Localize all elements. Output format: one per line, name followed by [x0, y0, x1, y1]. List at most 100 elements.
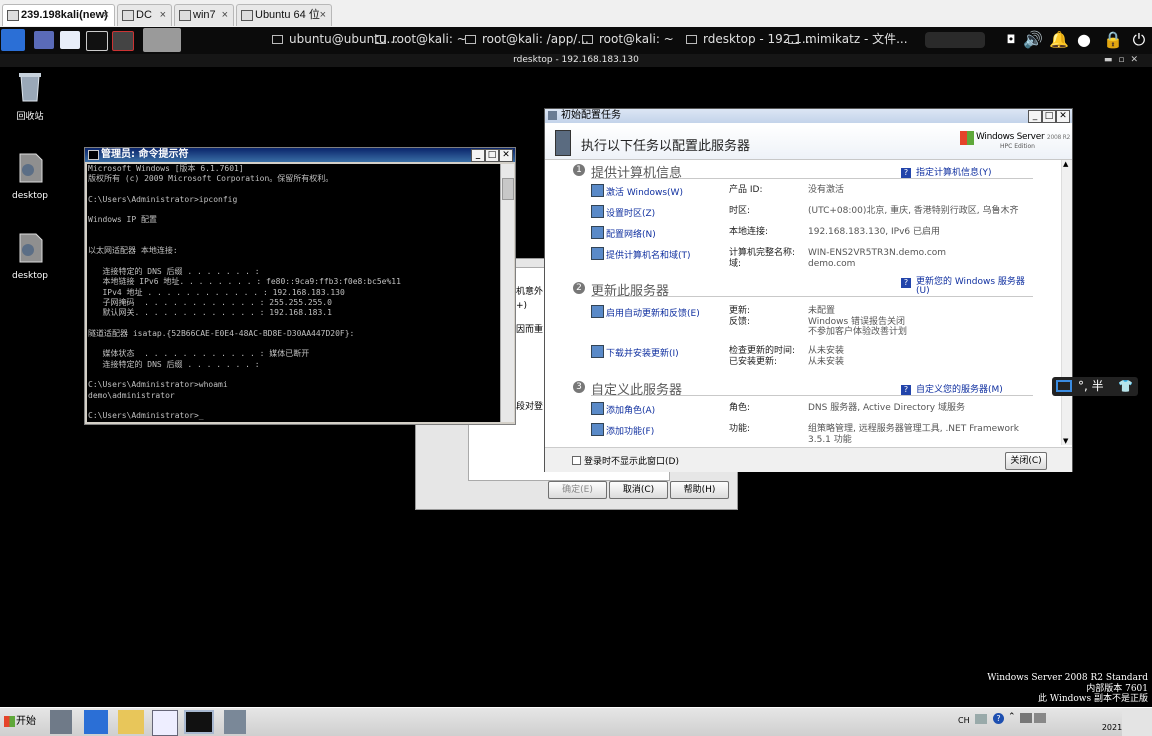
close-icon[interactable]: ×: [103, 5, 109, 25]
close-button[interactable]: ✕: [499, 149, 513, 162]
file-manager-icon[interactable]: [60, 31, 80, 49]
cmd-line: [88, 185, 500, 195]
no-show-checkbox[interactable]: [572, 456, 581, 465]
volume-icon[interactable]: 🔊: [1022, 29, 1044, 51]
workspace-icon[interactable]: [34, 31, 54, 49]
lock-icon[interactable]: 🔒: [1102, 29, 1124, 51]
task-link-computer-name[interactable]: 提供计算机名和域(T): [606, 248, 691, 261]
close-icon[interactable]: ×: [160, 5, 166, 25]
task-link-add-features[interactable]: 添加功能(F): [606, 424, 654, 437]
network-icon[interactable]: ●: [1073, 29, 1095, 51]
power-icon[interactable]: ⏻: [1128, 29, 1150, 51]
config-tasks-icon[interactable]: [224, 710, 246, 734]
cmd-line: [88, 205, 500, 215]
panel-task-mimikatz[interactable]: mimikatz - 文件...: [788, 27, 908, 54]
panel-task-root-app[interactable]: root@kali: /app/...: [465, 27, 589, 54]
close-icon[interactable]: ×: [320, 5, 326, 25]
cmd-line: C:\Users\Administrator>whoami: [88, 380, 228, 390]
folder-icon: [19, 233, 43, 263]
window-icon: [465, 35, 476, 44]
window-controls[interactable]: ▬▫✕: [1104, 54, 1144, 67]
desktop-icon-recycle-bin[interactable]: 回收站: [0, 70, 60, 122]
maximize-button[interactable]: □: [485, 149, 499, 162]
cmd-scrollbar[interactable]: [500, 164, 514, 422]
close-button[interactable]: ✕: [1056, 110, 1070, 123]
language-indicator[interactable]: CH: [958, 716, 970, 725]
show-hidden-icon[interactable]: ⌃: [1008, 712, 1016, 722]
volume-tray-icon[interactable]: [1034, 713, 1046, 723]
scroll-thumb[interactable]: [502, 178, 514, 200]
help-icon: ?: [901, 278, 911, 288]
cmd-window[interactable]: 管理员: 命令提示符 _ □ ✕ Microsoft Windows [版本 6…: [84, 147, 516, 425]
cmd-taskbar-icon[interactable]: [184, 710, 214, 734]
task-link-add-roles[interactable]: 添加角色(A): [606, 403, 655, 416]
vm-tab-kali[interactable]: 239.198kali(new) ×: [2, 4, 115, 26]
dialog-text-fragment: 段对登: [516, 402, 544, 412]
ime-mode-icon[interactable]: [1056, 380, 1072, 392]
cmd-titlebar[interactable]: 管理员: 命令提示符 _ □ ✕: [85, 148, 515, 162]
scroll-up-icon[interactable]: ▲: [1063, 160, 1068, 168]
ime-toolbar[interactable]: °, 半 👕: [1052, 377, 1138, 396]
explorer-folder-icon[interactable]: [118, 710, 144, 734]
desktop-icon-desktop-1[interactable]: desktop: [0, 152, 60, 201]
ok-button[interactable]: 确定(E): [548, 481, 607, 499]
task-link-download-updates[interactable]: 下载并安装更新(I): [606, 346, 679, 359]
cmd-icon: [88, 150, 99, 160]
desktop-icon-desktop-2[interactable]: desktop: [0, 232, 60, 281]
notification-bell-icon[interactable]: 🔔: [1048, 29, 1070, 51]
start-button[interactable]: 开始: [2, 711, 38, 733]
cmd-line: demo\administrator: [88, 390, 175, 400]
keyboard-icon[interactable]: [975, 714, 987, 724]
ict-titlebar[interactable]: 初始配置任务 _ □ ✕: [545, 109, 1072, 123]
help-icon: ?: [901, 168, 911, 178]
window-icon[interactable]: ◘: [1000, 29, 1022, 51]
property-value: 从未安装 从未安装: [808, 346, 845, 367]
skin-icon[interactable]: 👕: [1118, 377, 1133, 396]
powershell-icon[interactable]: [84, 710, 108, 734]
active-window-icon[interactable]: [143, 28, 181, 52]
cmd-line: C:\Users\Administrator>ipconfig: [88, 194, 238, 204]
app-window-icon[interactable]: [152, 710, 178, 736]
panel-task-root1[interactable]: root@kali: ~: [375, 27, 467, 54]
cmd-line: Windows IP 配置: [88, 215, 157, 225]
windows-flag-icon: [960, 131, 974, 145]
scroll-down-icon[interactable]: ▼: [1063, 437, 1068, 445]
vm-icon: [241, 10, 253, 21]
window-icon: [788, 35, 799, 44]
cmd-output[interactable]: Microsoft Windows [版本 6.1.7601] 版权所有 (c) …: [87, 164, 500, 422]
cmd-line: 子网掩码 . . . . . . . . . . . . : 255.255.2…: [88, 297, 332, 307]
vm-tab-ubuntu[interactable]: Ubuntu 64 位 ×: [236, 4, 332, 26]
ict-footer: 登录时不显示此窗口(D) 关闭(C): [545, 447, 1072, 472]
network-tray-icon[interactable]: [1020, 713, 1032, 723]
task-link-timezone[interactable]: 设置时区(Z): [606, 206, 655, 219]
close-dialog-button[interactable]: 关闭(C): [1005, 452, 1047, 470]
task-link-auto-update[interactable]: 启用自动更新和反馈(E): [606, 306, 700, 319]
vm-tab-label: DC: [136, 9, 152, 21]
task-link-activate[interactable]: 激活 Windows(W): [606, 185, 683, 198]
help-icon[interactable]: ?: [993, 713, 1004, 724]
section-help-link[interactable]: ? 自定义您的服务器(M): [901, 382, 1003, 395]
desktop-icon-label: 回收站: [16, 112, 44, 122]
terminal-icon[interactable]: [86, 31, 108, 51]
help-button[interactable]: 帮助(H): [670, 481, 729, 499]
logo-edition: HPC Edition: [1000, 143, 1035, 150]
section-help-link[interactable]: ? 指定计算机信息(Y): [901, 165, 992, 178]
ict-scrollbar[interactable]: ▲ ▼: [1061, 160, 1072, 445]
panel-task-root2[interactable]: root@kali: ~: [582, 27, 674, 54]
maximize-button[interactable]: □: [1042, 110, 1056, 123]
vm-tab-win7[interactable]: win7 ×: [174, 4, 234, 26]
minimize-button[interactable]: _: [1028, 110, 1042, 123]
vm-tab-dc[interactable]: DC ×: [117, 4, 172, 26]
task-link-network[interactable]: 配置网络(N): [606, 227, 656, 240]
close-icon[interactable]: ×: [222, 5, 228, 25]
section-help-link[interactable]: ? 更新您的 Windows 服务器 (U): [901, 278, 1025, 296]
initial-config-window[interactable]: 初始配置任务 _ □ ✕ 执行以下任务以配置此服务器 Windows Serve…: [544, 108, 1073, 472]
vm-tab-label: win7: [193, 9, 216, 21]
cancel-button[interactable]: 取消(C): [609, 481, 668, 499]
minimize-button[interactable]: _: [471, 149, 485, 162]
ime-status[interactable]: °, 半: [1078, 377, 1104, 396]
dialog-text-fragment: 机意外: [516, 287, 544, 297]
server-manager-icon[interactable]: [50, 710, 72, 734]
app-launcher-icon[interactable]: [112, 31, 134, 51]
kali-menu-icon[interactable]: [1, 29, 25, 51]
